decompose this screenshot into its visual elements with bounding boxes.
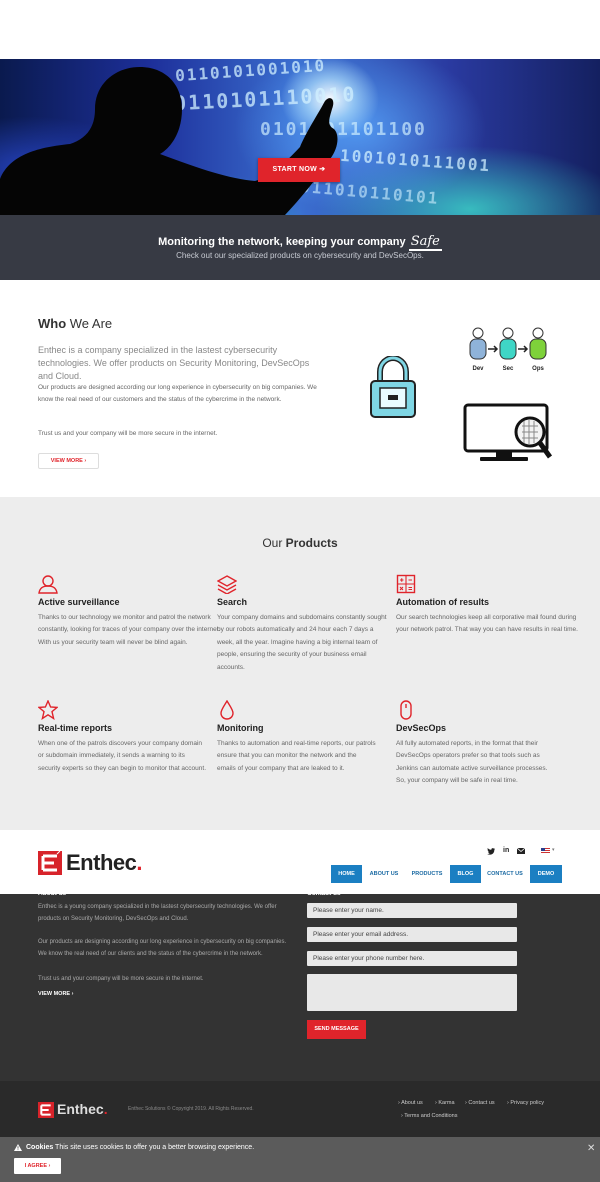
footer-link-privacy[interactable]: › Privacy policy (507, 1100, 544, 1106)
footer-link-karma[interactable]: › Karma (435, 1100, 455, 1106)
nav-contact-us[interactable]: CONTACT US (485, 865, 525, 883)
product-desc: Our search technologies keep all corpora… (396, 614, 578, 634)
product-desc: When one of the patrols discovers your c… (38, 740, 207, 772)
footer-view-more-link[interactable]: VIEW MORE › (38, 988, 73, 1000)
footer-logo-dot: . (103, 1101, 108, 1117)
product-desc: Your company domains and subdomains cons… (217, 614, 387, 671)
tagline-band: Monitoring the network, keeping your com… (0, 215, 600, 280)
cookie-text: This site uses cookies to offer you a be… (53, 1144, 255, 1151)
linkedin-icon[interactable]: in (503, 847, 509, 854)
name-input[interactable]: Please enter your name. (307, 903, 517, 918)
email-input[interactable]: Please enter your email address. (307, 927, 517, 942)
lock-icon (370, 356, 416, 418)
product-name: Search (217, 597, 248, 607)
nav-home[interactable]: HOME (331, 865, 362, 883)
product-name: Active surveillance (38, 597, 120, 607)
phone-input[interactable]: Please enter your phone number here. (307, 951, 517, 966)
star-icon (38, 700, 58, 720)
products-title: Our Products (0, 536, 600, 550)
mail-icon[interactable] (517, 848, 525, 854)
footer-about-p3: Trust us and your company will be more s… (38, 976, 204, 982)
cookie-close-icon[interactable]: ✕ (587, 1143, 595, 1154)
devsecops-people-icon: Dev Sec Ops (469, 327, 547, 372)
product-name: Automation of results (396, 597, 490, 607)
who-title-bold: Who (38, 316, 67, 331)
user-icon (38, 575, 58, 594)
footer-link-terms[interactable]: › Terms and Conditions (401, 1113, 457, 1119)
enthec-logo-text[interactable]: Enthec. (66, 850, 142, 876)
nav-blog[interactable]: BLOG (450, 865, 481, 883)
message-textarea[interactable] (307, 974, 517, 1011)
product-desc: All fully automated reports, in the form… (396, 740, 548, 785)
cookie-message: Cookies This site uses cookies to offer … (26, 1144, 254, 1151)
page: 0110101001010 10110101110010 01011011011… (0, 0, 600, 1182)
footer-logo-icon[interactable] (38, 1102, 54, 1118)
cookie-title: Cookies (26, 1144, 54, 1151)
language-dropdown[interactable]: ▾ (552, 847, 555, 853)
tagline-safe-accent: Safe (408, 234, 442, 251)
who-title-rest: We Are (66, 316, 113, 331)
cookie-agree-button[interactable]: I AGREE › (14, 1158, 61, 1174)
who-paragraph-1: Our products are designed according our … (38, 384, 317, 403)
start-now-button[interactable]: START NOW ➔ (258, 158, 340, 182)
send-message-button[interactable]: SEND MESSAGE (307, 1020, 366, 1039)
dev-label: Dev (472, 366, 484, 372)
nav-demo[interactable]: DEMO (530, 865, 562, 883)
footer-about-p1: Enthec is a young company specialized in… (38, 904, 277, 922)
logo-dot: . (136, 850, 142, 875)
footer-link-label: About us (401, 1100, 423, 1106)
calculator-icon (396, 574, 416, 594)
footer-link-label: Privacy policy (510, 1100, 544, 1106)
products-title-bold: Products (285, 536, 338, 550)
ops-label: Ops (532, 366, 544, 372)
enthec-logo-icon[interactable] (38, 850, 62, 875)
footer-link-contact[interactable]: › Contact us (465, 1100, 495, 1106)
products-title-light: Our (262, 536, 286, 550)
who-view-more-button[interactable]: VIEW MORE › (38, 453, 99, 469)
who-we-are-title: Who We Are (38, 316, 112, 331)
tagline-headline: Monitoring the network, keeping your com… (0, 234, 600, 251)
who-paragraph-2: Trust us and your company will be more s… (38, 430, 218, 437)
layers-icon (217, 575, 237, 594)
warning-icon (14, 1144, 22, 1151)
product-name: Real-time reports (38, 723, 113, 733)
tagline-headline-text: Monitoring the network, keeping your com… (158, 236, 406, 248)
footer-link-label: Contact us (468, 1100, 495, 1106)
silhouette-image (0, 67, 338, 215)
footer-logo-word: Enthec (57, 1101, 104, 1117)
twitter-icon[interactable] (487, 848, 495, 855)
monitor-magnifier-icon (463, 403, 553, 461)
footer-about-p2: Our products are designing according our… (38, 939, 287, 957)
footer-link-label: Karma (438, 1100, 455, 1106)
logo-word: Enthec (66, 850, 137, 875)
product-desc: Thanks to our technology we monitor and … (38, 614, 221, 646)
mouse-icon (400, 700, 412, 720)
product-name: Monitoring (217, 723, 264, 733)
footer-link-about[interactable]: › About us (398, 1100, 423, 1106)
nav-products[interactable]: PRODUCTS (408, 865, 446, 883)
footer-contact-title: Contact us (307, 890, 341, 897)
hero-banner: 0110101001010 10110101110010 01011011011… (0, 59, 600, 215)
product-name: DevSecOps (396, 723, 447, 733)
footer-link-label: Terms and Conditions (404, 1113, 458, 1119)
copyright-text: Enthec Solutions © Copyright 2019. All R… (128, 1106, 254, 1112)
tagline-subline: Check out our specialized products on cy… (176, 251, 424, 260)
footer-logo-text[interactable]: Enthec. (57, 1101, 108, 1117)
sec-label: Sec (503, 366, 514, 372)
nav-about-us[interactable]: ABOUT US (366, 865, 402, 883)
product-desc: Thanks to automation and real-time repor… (217, 740, 376, 772)
drop-icon (220, 700, 234, 720)
us-flag-icon[interactable] (541, 848, 550, 854)
footer-about-title: About us (38, 890, 67, 897)
who-lead-text: Enthec is a company specialized in the l… (38, 345, 310, 381)
